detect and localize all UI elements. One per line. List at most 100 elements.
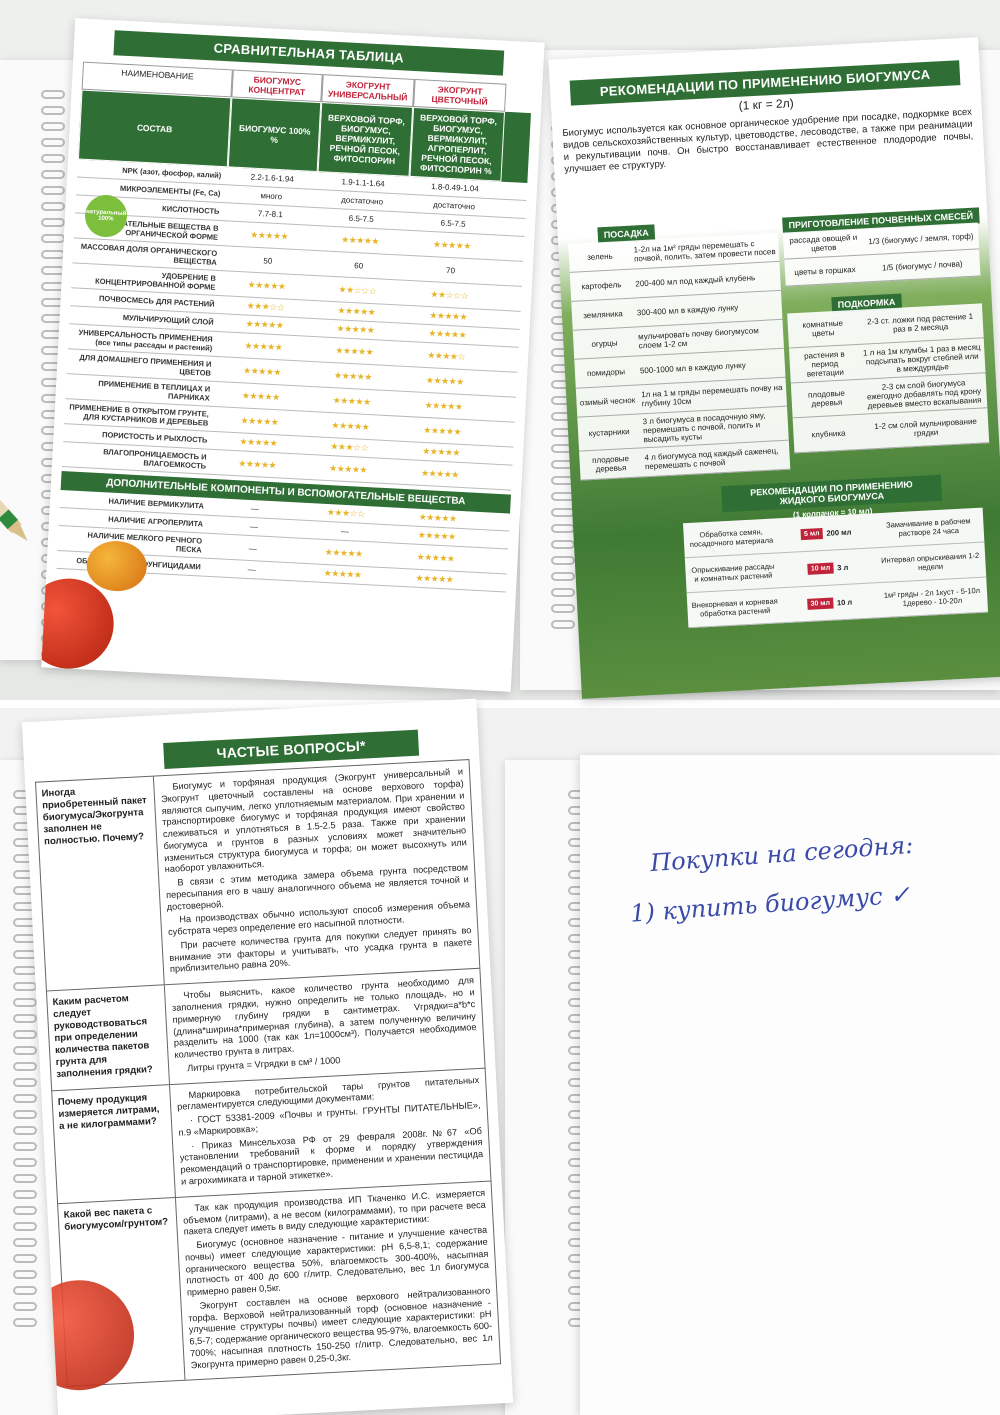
- spiral-ring: [13, 998, 37, 1007]
- cap-amount: 30 мл: [807, 597, 834, 610]
- feed-row-dose: 1-2 см слой мульчирование грядки: [874, 416, 978, 439]
- handwritten-note-page: Покупки на сегодня: 1) купить биогумус ✓: [580, 755, 1000, 1415]
- feed-row-dose: 2-3 см слой биогумуса ежегодно добавлять…: [866, 377, 982, 410]
- planting-row-plant: зелень: [586, 251, 613, 262]
- feed-row-plant: растения в период вегетации: [803, 349, 845, 379]
- row-value: ★★★★★: [328, 462, 368, 475]
- faq-answer: Чтобы выяснить, какое количество грунта …: [165, 969, 485, 1084]
- row-value: —: [248, 543, 258, 553]
- spiral-ring: [41, 138, 65, 147]
- row-value: ★★★★★: [332, 394, 371, 407]
- composition-biohumus: БИОГУМУС 100% %: [227, 97, 322, 173]
- liquid-use: Опрыскивание рассады и комнатных растени…: [691, 561, 775, 584]
- row-value: 70: [445, 265, 456, 275]
- liquid-use: Внекорневая и корневая обработка растени…: [691, 596, 778, 619]
- row-value: ★★★★★: [416, 551, 455, 564]
- spiral-ring: [13, 1126, 37, 1135]
- row-value: ★★★★★: [242, 364, 282, 377]
- spiral-ring: [551, 524, 575, 533]
- faq-answer-paragraph: Чтобы выяснить, какое количество грунта …: [171, 975, 477, 1060]
- planting-row-plant: кустарники: [588, 426, 630, 439]
- feed-row-plant: плодовые деревья: [807, 388, 846, 409]
- row-value: ★★★★★: [244, 339, 283, 352]
- row-value: ★★★★☆: [427, 349, 466, 362]
- water-volume: 10 л: [836, 597, 853, 607]
- spiral-ring: [41, 218, 65, 227]
- spiral-ring: [41, 234, 65, 243]
- spiral-ring: [41, 186, 65, 195]
- spiral-ring: [41, 154, 65, 163]
- spiral-ring: [41, 250, 65, 259]
- spiral-ring: [41, 122, 65, 131]
- soil-mix-table: рассада овощей и цветов 1/3 (биогумус / з…: [782, 222, 981, 287]
- photo-divider: [0, 700, 1000, 708]
- spiral-ring: [13, 1238, 37, 1247]
- row-value: ★★☆☆☆: [430, 288, 469, 301]
- faq-answer: Маркировка потребительской тары грунтов …: [170, 1068, 490, 1196]
- row-value: ★★★★★: [432, 238, 472, 251]
- row-value: ★★★★★: [340, 233, 380, 246]
- row-value: ★★★★★: [423, 424, 462, 437]
- mix-row-use: рассада овощей и цветов: [789, 232, 858, 254]
- faq-row: Иногда приобретенный пакет биогумуса/Эко…: [34, 759, 481, 992]
- spiral-ring: [551, 540, 575, 549]
- cap-amount: 5 мл: [800, 527, 823, 540]
- note-line-2: 1) купить биогумус ✓: [629, 880, 912, 928]
- feed-row-plant: клубника: [811, 428, 846, 439]
- spiral-ring: [13, 1094, 37, 1103]
- recommendations-page: РЕКОМЕНДАЦИИ ПО ПРИМЕНЕНИЮ БИОГУМУСА (1 …: [548, 37, 1000, 699]
- tomato-decoration: [41, 576, 116, 671]
- faq-answer: Биогумус и торфяная продукция (Экогрунт …: [154, 760, 479, 984]
- water-volume: 200 мл: [826, 526, 852, 538]
- row-value: ★★★★★: [250, 229, 289, 242]
- spiral-ring: [13, 1174, 37, 1183]
- faq-row: Почему продукция измеряется литрами, а н…: [51, 1068, 492, 1204]
- liquid-use: Обработка семян, посадочного материала: [689, 527, 774, 549]
- liquid-note: Интервал опрыскивания 1-2 недели: [880, 550, 980, 573]
- feed-row-dose: 2-3 ст. ложки под растение 1 раз в 2 мес…: [866, 311, 974, 335]
- row-value: ★★★★★: [425, 374, 465, 387]
- product-photo: СРАВНИТЕЛЬНАЯ ТАБЛИЦА НАИМЕНОВАНИЕ БИОГУ…: [0, 0, 1000, 1415]
- spiral-ring: [13, 1142, 37, 1151]
- faq-answer-paragraph: Биогумус и торфяная продукция (Экогрунт …: [160, 766, 467, 875]
- planting-row-plant: озимый чеснок: [579, 395, 636, 408]
- spiral-ring: [13, 1030, 37, 1039]
- spiral-ring: [13, 1190, 37, 1199]
- mix-row-use: цветы в горшках: [794, 264, 856, 277]
- row-value: ★★★★★: [331, 419, 370, 432]
- feed-row-plant: комнатные цветы: [802, 318, 844, 339]
- faq-page: ЧАСТЫЕ ВОПРОСЫ* Иногда приобретенный пак…: [21, 698, 514, 1415]
- planting-row-plant: картофель: [581, 279, 622, 291]
- composition-label: СОСТАВ: [77, 89, 232, 168]
- faq-question: Каким расчетом следует руководствоваться…: [46, 985, 170, 1090]
- row-value: ★★★★★: [241, 389, 280, 402]
- spiral-ring: [13, 1110, 37, 1119]
- spiral-ring: [551, 556, 575, 565]
- row-value: —: [247, 564, 256, 575]
- spiral-ring: [13, 1062, 37, 1071]
- liquid-table: Обработка семян, посадочного материала 5 …: [682, 507, 989, 629]
- spiral-ring: [551, 620, 575, 629]
- row-value: ★★★★★: [420, 467, 460, 480]
- feeding-table: комнатные цветы 2-3 ст. ложки под растени…: [787, 303, 990, 454]
- spiral-ring: [13, 1206, 37, 1215]
- spiral-ring: [13, 966, 37, 975]
- planting-row-plant: плодовые деревья: [591, 454, 630, 474]
- spiral-ring: [13, 1046, 37, 1055]
- planting-row-plant: помидоры: [586, 366, 626, 378]
- planting-row-plant: земляника: [582, 308, 623, 320]
- composition-flower: ВЕРХОВОЙ ТОРФ, БИОГУМУС, ВЕРМИКУЛИТ, АГР…: [409, 106, 506, 182]
- row-value: 50: [263, 255, 273, 266]
- spiral-ring: [13, 1014, 37, 1023]
- liquid-dose: 30 мл 10 л: [782, 583, 879, 622]
- planting-row-plant: огурцы: [591, 337, 618, 349]
- faq-answer-paragraph: Экогрунт составлен на основе верхового н…: [188, 1285, 493, 1371]
- row-value: ★★★★★: [324, 546, 363, 559]
- spiral-ring: [41, 170, 65, 179]
- liquid-note: Замачивание в рабочем растворе 24 часа: [885, 516, 971, 539]
- row-value: ★★★★★: [238, 457, 277, 470]
- row-value: ★★★★★: [415, 572, 454, 585]
- row-value: 60: [354, 260, 364, 271]
- faq-answer: Так как продукция производства ИП Ткачен…: [176, 1181, 500, 1380]
- spiral-ring: [13, 1078, 37, 1087]
